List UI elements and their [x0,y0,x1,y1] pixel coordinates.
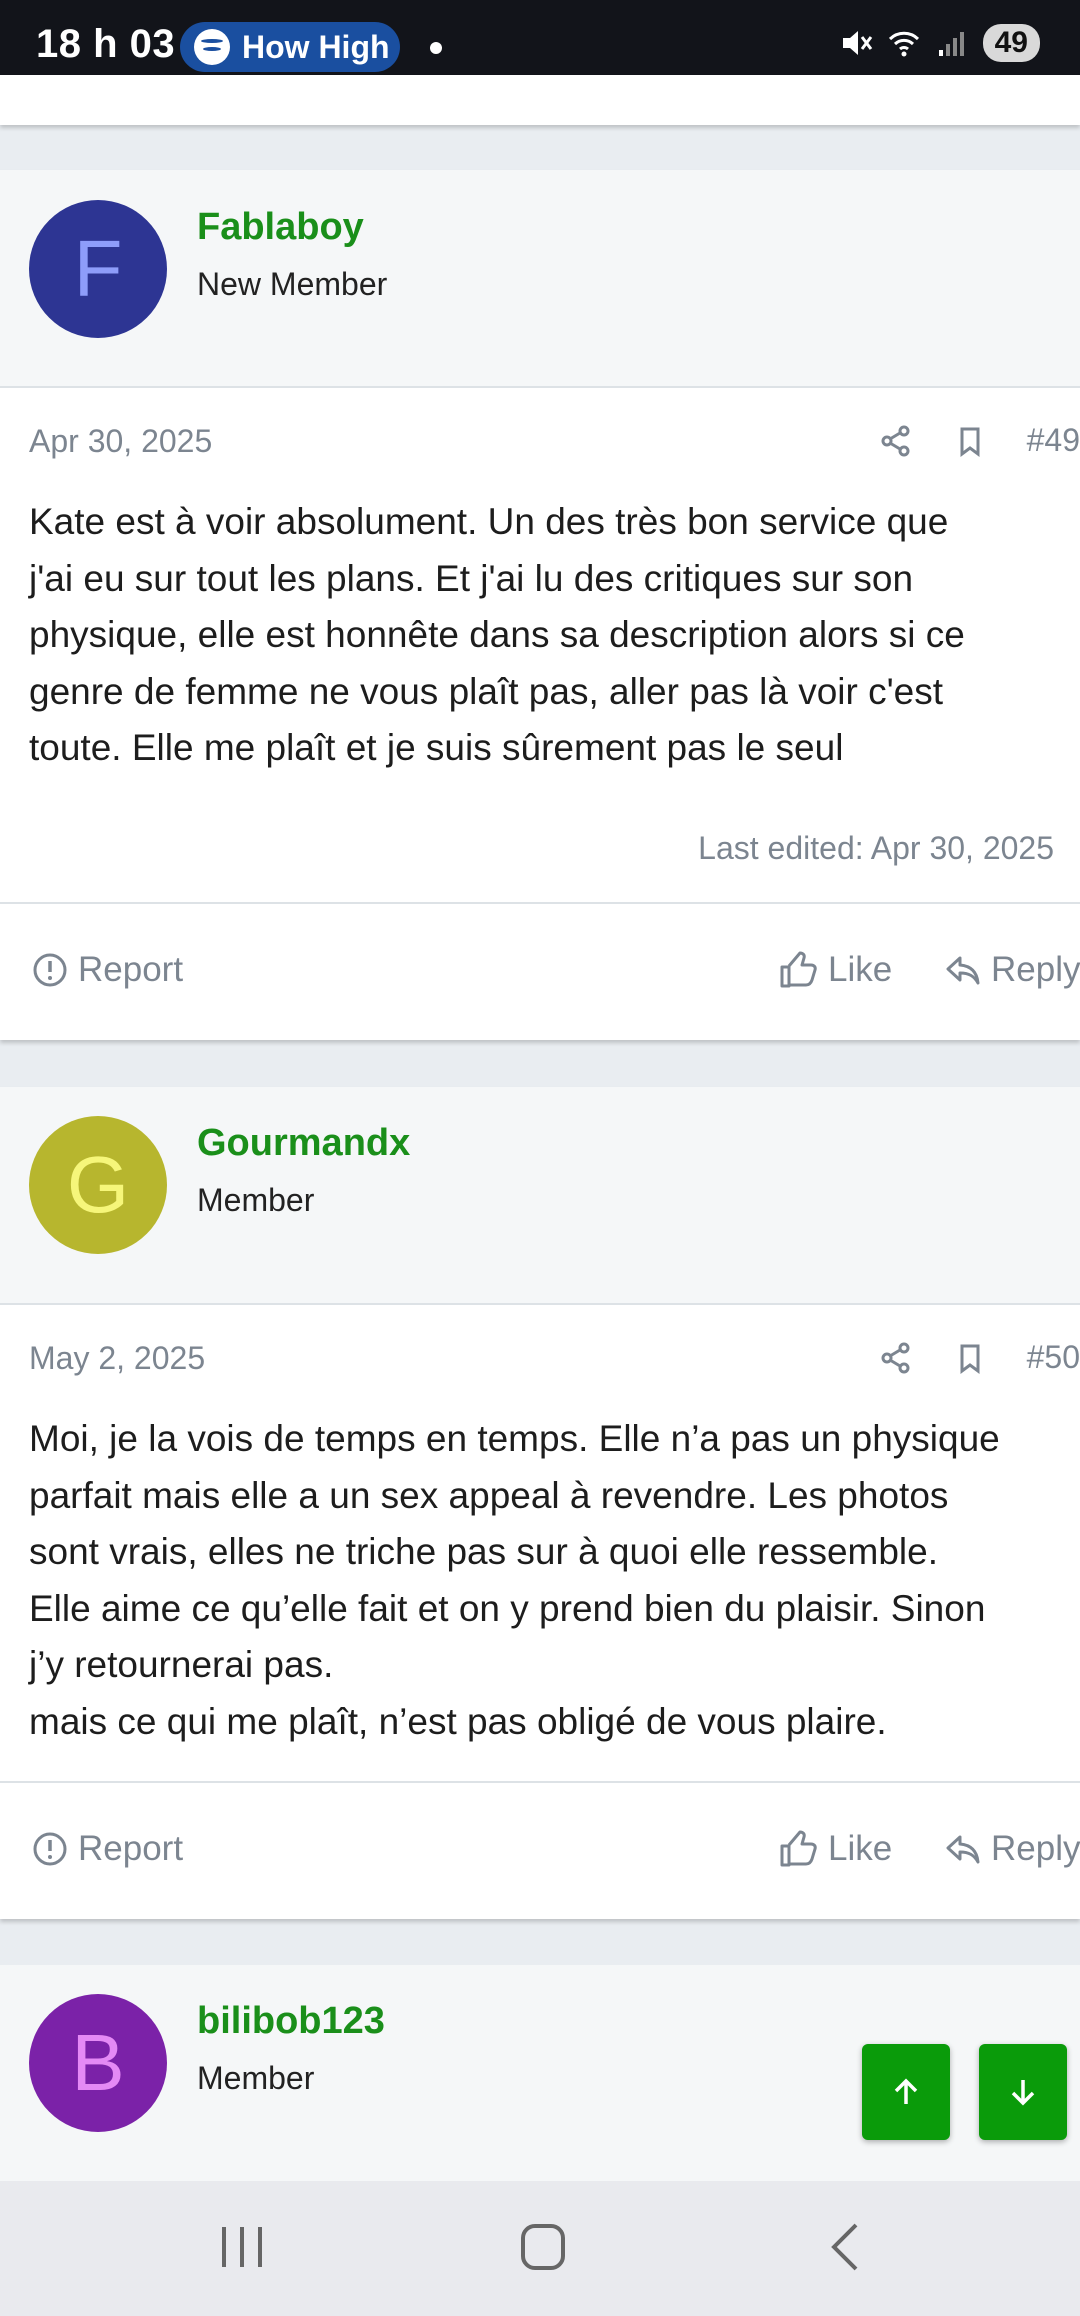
back-icon[interactable] [826,2221,866,2273]
post-card: G Gourmandx Member May 2, 2025 #50 Moi, … [0,1087,1080,1919]
arrow-up-icon [894,2078,918,2104]
reply-icon [946,1835,980,1864]
user-title: New Member [197,266,388,302]
report-button[interactable]: Report [32,950,183,990]
reply-icon [946,956,980,985]
reply-label: Reply [991,950,1080,989]
post-user-header: G Gourmandx Member [0,1087,1080,1305]
post-tools: #49 [879,422,1080,459]
battery-indicator: 49 [982,24,1040,62]
report-button[interactable]: Report [32,1829,183,1869]
post-number[interactable]: #49 [1027,422,1080,459]
media-pill[interactable]: How High [180,22,400,72]
like-button[interactable]: Like [778,950,892,990]
status-icons: 49 [839,24,1040,62]
reply-button[interactable]: Reply [945,1829,1080,1869]
post-body: Kate est à voir absolument. Un des très … [29,501,965,768]
user-title: Member [197,1182,315,1218]
scroll-top-button[interactable] [862,2044,950,2140]
share-icon[interactable] [879,1341,913,1375]
avatar-letter: F [73,224,123,313]
report-label: Report [78,950,184,989]
media-pill-title: How High [242,28,390,65]
avatar[interactable]: G [29,1116,167,1254]
signal-icon [938,32,964,56]
username[interactable]: Gourmandx [197,1122,410,1165]
username[interactable]: Fablaboy [197,206,364,249]
mute-icon [842,31,872,55]
reply-button[interactable]: Reply [945,950,1080,990]
previous-post-card [0,75,1080,125]
spotify-icon [194,29,230,65]
last-edited: Last edited: Apr 30, 2025 [698,830,1054,866]
arrow-down-icon [1011,2080,1035,2106]
like-button[interactable]: Like [778,1829,892,1869]
system-nav-bar [0,2181,1080,2316]
post-card: F Fablaboy New Member Apr 30, 2025 #49 K… [0,170,1080,1040]
like-label: Like [828,950,893,989]
post-date[interactable]: May 2, 2025 [29,1340,205,1377]
report-label: Report [78,1829,184,1868]
post-date[interactable]: Apr 30, 2025 [29,423,212,460]
post-tools: #50 [879,1339,1080,1376]
avatar[interactable]: F [29,200,167,338]
post-body: Moi, je la vois de temps en temps. Elle … [29,1418,1000,1742]
post-actions: Report Like Reply [0,1781,1080,1921]
post-actions: Report Like Reply [0,902,1080,1042]
avatar[interactable]: B [29,1994,167,2132]
thumbs-up-icon [780,1830,817,1867]
recent-apps-icon[interactable] [218,2221,266,2273]
share-icon[interactable] [879,424,913,458]
post-number[interactable]: #50 [1027,1339,1080,1376]
scroll-bottom-button[interactable] [979,2044,1067,2140]
reply-label: Reply [991,1829,1080,1868]
post-user-header: F Fablaboy New Member [0,170,1080,388]
like-label: Like [828,1829,893,1868]
report-icon [33,1832,67,1866]
report-icon [33,953,67,987]
bookmark-icon[interactable] [953,1341,987,1375]
home-icon[interactable] [518,2221,568,2273]
user-title: Member [197,2060,315,2096]
status-time: 18 h 03 [36,22,176,66]
avatar-letter: B [71,2018,125,2107]
status-bar: 18 h 03 How High 49 [0,0,1080,75]
notification-dot-icon [430,42,442,54]
wifi-icon [888,31,919,57]
username[interactable]: bilibob123 [197,2000,385,2043]
bookmark-icon[interactable] [953,424,987,458]
avatar-letter: G [66,1140,130,1229]
thumbs-up-icon [780,951,817,988]
